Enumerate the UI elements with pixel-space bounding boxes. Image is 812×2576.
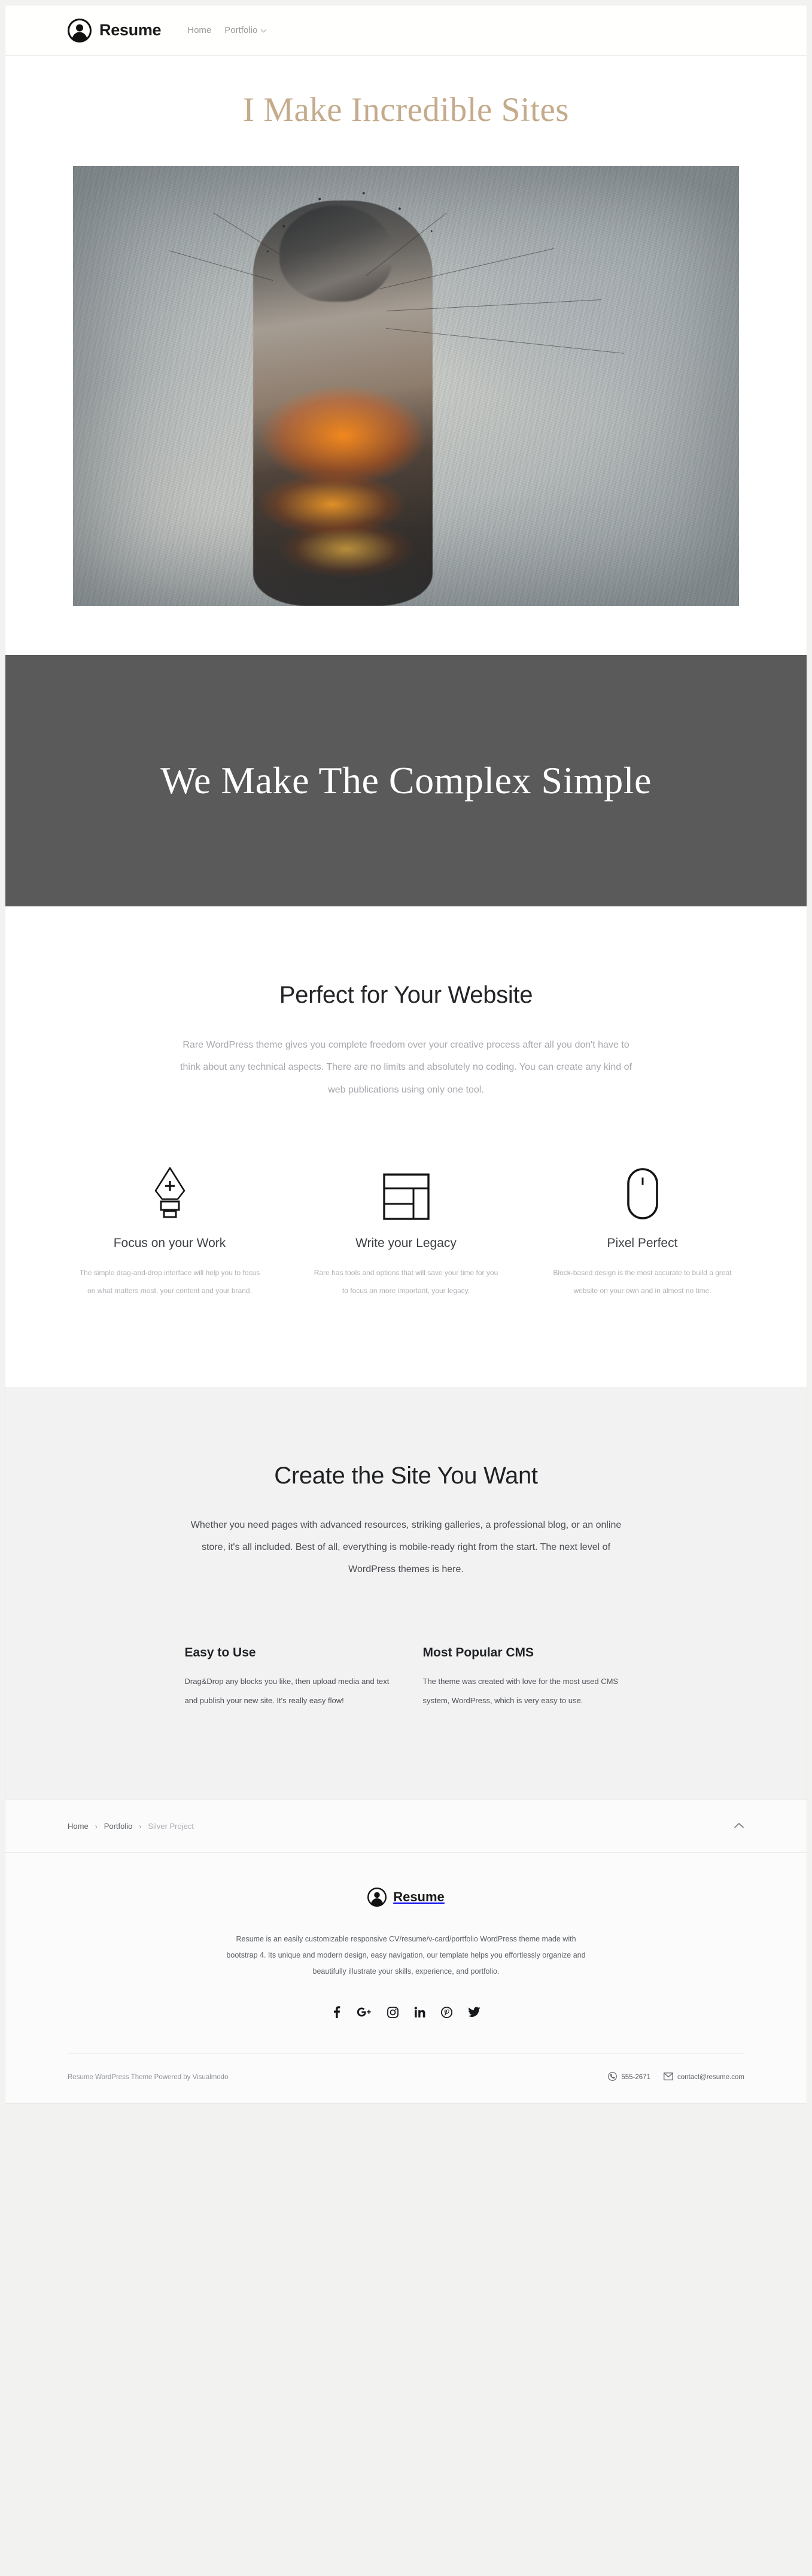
layout-grid-icon bbox=[308, 1161, 505, 1221]
perfect-section-lead: Rare WordPress theme gives you complete … bbox=[180, 1039, 632, 1095]
site-navbar: Resume Home Portfolio bbox=[5, 5, 807, 56]
breadcrumb-item-portfolio[interactable]: Portfolio bbox=[104, 1822, 133, 1831]
pen-nib-icon bbox=[71, 1161, 269, 1221]
envelope-icon bbox=[664, 2073, 673, 2082]
google-plus-icon[interactable] bbox=[356, 2006, 372, 2021]
feature-title: Write your Legacy bbox=[355, 1236, 457, 1251]
breadcrumb-item-silver-project: Silver Project bbox=[148, 1822, 194, 1831]
create-column-title: Most Popular CMS bbox=[422, 1645, 534, 1659]
breadcrumb-item-home[interactable]: Home bbox=[68, 1822, 89, 1831]
phone-icon bbox=[608, 2072, 618, 2083]
chevron-up-icon[interactable] bbox=[734, 1821, 744, 1832]
nav-item-portfolio[interactable]: Portfolio bbox=[224, 25, 267, 35]
facebook-icon[interactable] bbox=[332, 2006, 340, 2021]
create-column-easy-to-use: Easy to Use Drag&Drop any blocks you lik… bbox=[185, 1646, 390, 1710]
pinterest-icon[interactable] bbox=[440, 2006, 453, 2021]
create-column-most-popular-cms: Most Popular CMS The theme was created w… bbox=[423, 1646, 628, 1710]
footer-brand-link[interactable]: Resume bbox=[367, 1888, 445, 1907]
hero-title: I Make Incredible Sites bbox=[243, 91, 569, 129]
hero-section: I Make Incredible Sites bbox=[5, 56, 807, 655]
copyright-text: Resume WordPress Theme Powered by Visual… bbox=[68, 2074, 229, 2082]
email-address: contact@resume.com bbox=[677, 2074, 744, 2082]
user-avatar-icon bbox=[367, 1888, 387, 1907]
feature-list: Focus on your Work The simple drag-and-d… bbox=[71, 1161, 741, 1300]
feature-card-write-your-legacy: Write your Legacy Rare has tools and opt… bbox=[308, 1161, 505, 1300]
site-footer: Resume Resume is an easily customizable … bbox=[5, 1852, 807, 2104]
feature-title: Pixel Perfect bbox=[607, 1236, 678, 1251]
create-column-text: Drag&Drop any blocks you like, then uplo… bbox=[184, 1676, 390, 1705]
perfect-section-title: Perfect for Your Website bbox=[279, 981, 533, 1008]
social-links bbox=[5, 2006, 807, 2021]
tagline-title: We Make The Complex Simple bbox=[160, 758, 652, 802]
linkedin-icon[interactable] bbox=[414, 2006, 425, 2021]
create-section: Create the Site You Want Whether you nee… bbox=[5, 1387, 807, 1800]
create-section-title: Create the Site You Want bbox=[274, 1463, 538, 1489]
nav-item-home[interactable]: Home bbox=[187, 25, 211, 35]
page-root: Resume Home Portfolio I Make Incredible … bbox=[0, 0, 812, 2576]
brand-link[interactable]: Resume bbox=[68, 18, 162, 43]
breadcrumb: Home › Portfolio › Silver Project bbox=[68, 1822, 194, 1831]
primary-nav: Home Portfolio bbox=[187, 25, 267, 35]
feature-text: Block-based design is the most accurate … bbox=[553, 1269, 732, 1295]
computer-mouse-icon bbox=[544, 1161, 741, 1221]
tagline-band: We Make The Complex Simple bbox=[5, 654, 807, 906]
create-section-lead: Whether you need pages with advanced res… bbox=[190, 1520, 622, 1574]
phone-number: 555-2671 bbox=[621, 2074, 650, 2082]
breadcrumb-separator: › bbox=[95, 1822, 98, 1831]
footer-contacts: 555-2671 contact@resume.com bbox=[608, 2072, 744, 2083]
create-column-text: The theme was created with love for the … bbox=[422, 1676, 619, 1705]
footer-bottom-bar: Resume WordPress Theme Powered by Visual… bbox=[5, 2054, 807, 2103]
hero-artwork bbox=[73, 165, 739, 606]
user-avatar-icon bbox=[68, 18, 92, 43]
twitter-icon[interactable] bbox=[468, 2007, 480, 2020]
phone-contact[interactable]: 555-2671 bbox=[608, 2072, 650, 2083]
brand-label: Resume bbox=[99, 21, 162, 39]
feature-text: Rare has tools and options that will sav… bbox=[314, 1269, 498, 1295]
chevron-down-icon bbox=[260, 25, 267, 35]
email-contact[interactable]: contact@resume.com bbox=[664, 2073, 744, 2082]
footer-about-text: Resume is an easily customizable respons… bbox=[226, 1935, 586, 1976]
breadcrumb-separator: › bbox=[139, 1822, 142, 1831]
website-frame: Resume Home Portfolio I Make Incredible … bbox=[5, 5, 807, 2104]
breadcrumb-bar: Home › Portfolio › Silver Project bbox=[5, 1800, 807, 1853]
create-column-title: Easy to Use bbox=[184, 1645, 256, 1659]
feature-text: The simple drag-and-drop interface will … bbox=[79, 1269, 260, 1295]
nav-item-home-label: Home bbox=[187, 25, 212, 35]
footer-brand-label: Resume bbox=[393, 1889, 445, 1905]
instagram-icon[interactable] bbox=[387, 2006, 399, 2021]
artwork-vignette bbox=[73, 166, 739, 606]
create-section-columns: Easy to Use Drag&Drop any blocks you lik… bbox=[185, 1646, 628, 1710]
feature-card-pixel-perfect: Pixel Perfect Block-based design is the … bbox=[544, 1161, 741, 1300]
feature-card-focus-on-your-work: Focus on your Work The simple drag-and-d… bbox=[71, 1161, 269, 1300]
feature-title: Focus on your Work bbox=[113, 1236, 226, 1251]
perfect-section: Perfect for Your Website Rare WordPress … bbox=[5, 906, 807, 1388]
nav-item-portfolio-label: Portfolio bbox=[224, 25, 258, 35]
